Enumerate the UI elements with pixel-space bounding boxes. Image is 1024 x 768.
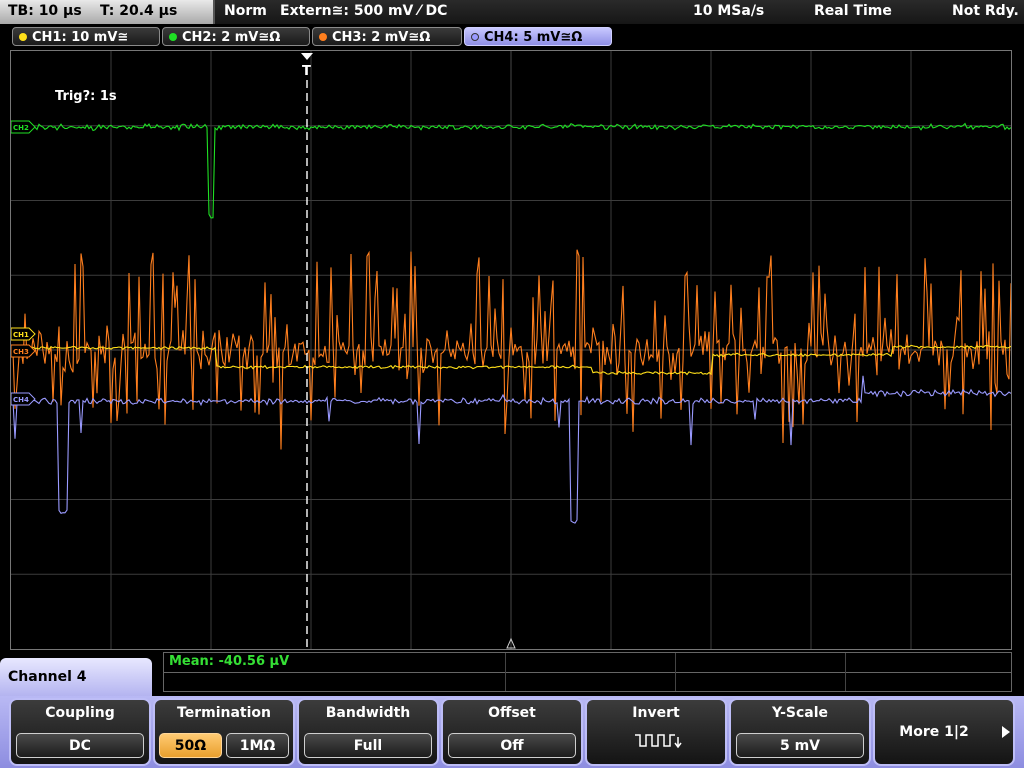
softkey-bandwidth[interactable]: Bandwidth Full xyxy=(297,698,439,766)
acquisition-status: Not Rdy. xyxy=(952,3,1019,19)
tab-ch4[interactable]: CH4: 5 mV≅Ω xyxy=(464,27,612,46)
channel-marker-label: CH2 xyxy=(13,124,29,132)
menu-title-text: Channel 4 xyxy=(8,669,87,685)
yscale-title: Y-Scale xyxy=(771,705,828,721)
timebase-panel[interactable]: TB: 10 µs T: 20.4 µs xyxy=(0,0,215,24)
waveform-canvas: CH2 CH1 CH3 CH4 T xyxy=(11,51,1011,649)
softkey-termination[interactable]: Termination 50Ω 1MΩ xyxy=(153,698,295,766)
softkey-offset[interactable]: Offset Off xyxy=(441,698,583,766)
bandwidth-title: Bandwidth xyxy=(325,705,411,721)
timebase-readout: TB: 10 µs xyxy=(8,3,82,19)
invert-waveform-icon xyxy=(635,734,682,749)
trigger-panel[interactable]: Norm Extern≅: 500 mV ⁄ DC 10 MSa/s Real … xyxy=(215,0,1024,24)
softkey-coupling[interactable]: Coupling DC xyxy=(9,698,151,766)
coupling-title: Coupling xyxy=(45,705,115,721)
tab-ch3-label: CH3: 2 mV≅Ω xyxy=(332,30,431,45)
trigger-status-label: Trig?: 1s xyxy=(55,89,117,104)
termination-title: Termination xyxy=(177,705,271,721)
termination-50ohm-button[interactable]: 50Ω xyxy=(159,733,222,758)
measurement-panel xyxy=(163,652,1012,692)
channel-marker-label: CH4 xyxy=(13,396,29,404)
ch3-color-dot xyxy=(319,33,327,41)
trigger-mode: Norm xyxy=(224,3,267,19)
channel-marker-label: CH3 xyxy=(13,348,29,356)
measurement-mean: Mean: -40.56 µV xyxy=(169,654,290,669)
acquisition-mode: Real Time xyxy=(814,3,892,19)
tab-ch3[interactable]: CH3: 2 mV≅Ω xyxy=(312,27,462,46)
sample-rate: 10 MSa/s xyxy=(693,3,765,19)
channel-tabs: CH1: 10 mV≅ CH2: 2 mV≅Ω CH3: 2 mV≅Ω CH4:… xyxy=(0,26,1024,48)
more-label: More 1|2 xyxy=(899,724,969,740)
next-page-icon xyxy=(1002,726,1010,738)
tab-ch4-label: CH4: 5 mV≅Ω xyxy=(484,30,583,45)
waveform-display[interactable]: CH2 CH1 CH3 CH4 T xyxy=(10,50,1012,650)
bandwidth-value-button[interactable]: Full xyxy=(304,733,432,758)
tab-ch1-label: CH1: 10 mV≅ xyxy=(32,30,129,45)
yscale-value-button[interactable]: 5 mV xyxy=(736,733,864,758)
tab-ch2[interactable]: CH2: 2 mV≅Ω xyxy=(162,27,310,46)
softkey-invert[interactable]: Invert xyxy=(585,698,727,766)
ch1-color-dot xyxy=(19,33,27,41)
menu-title: Channel 4 xyxy=(0,658,152,696)
channel-marker-label: CH1 xyxy=(13,331,29,339)
tab-ch1[interactable]: CH1: 10 mV≅ xyxy=(12,27,160,46)
trigger-source: Extern≅: 500 mV ⁄ DC xyxy=(280,3,448,19)
ch4-color-dot xyxy=(471,33,479,41)
invert-title: Invert xyxy=(632,705,680,721)
coupling-value-button[interactable]: DC xyxy=(16,733,144,758)
termination-1mohm-button[interactable]: 1MΩ xyxy=(226,733,289,758)
softkey-more[interactable]: More 1|2 xyxy=(873,698,1015,766)
trigger-time-readout: T: 20.4 µs xyxy=(100,3,178,19)
softkey-yscale[interactable]: Y-Scale 5 mV xyxy=(729,698,871,766)
trigger-position-label: T xyxy=(302,64,311,79)
ch2-color-dot xyxy=(169,33,177,41)
tab-ch2-label: CH2: 2 mV≅Ω xyxy=(182,30,281,45)
offset-value-button[interactable]: Off xyxy=(448,733,576,758)
offset-title: Offset xyxy=(488,705,536,721)
